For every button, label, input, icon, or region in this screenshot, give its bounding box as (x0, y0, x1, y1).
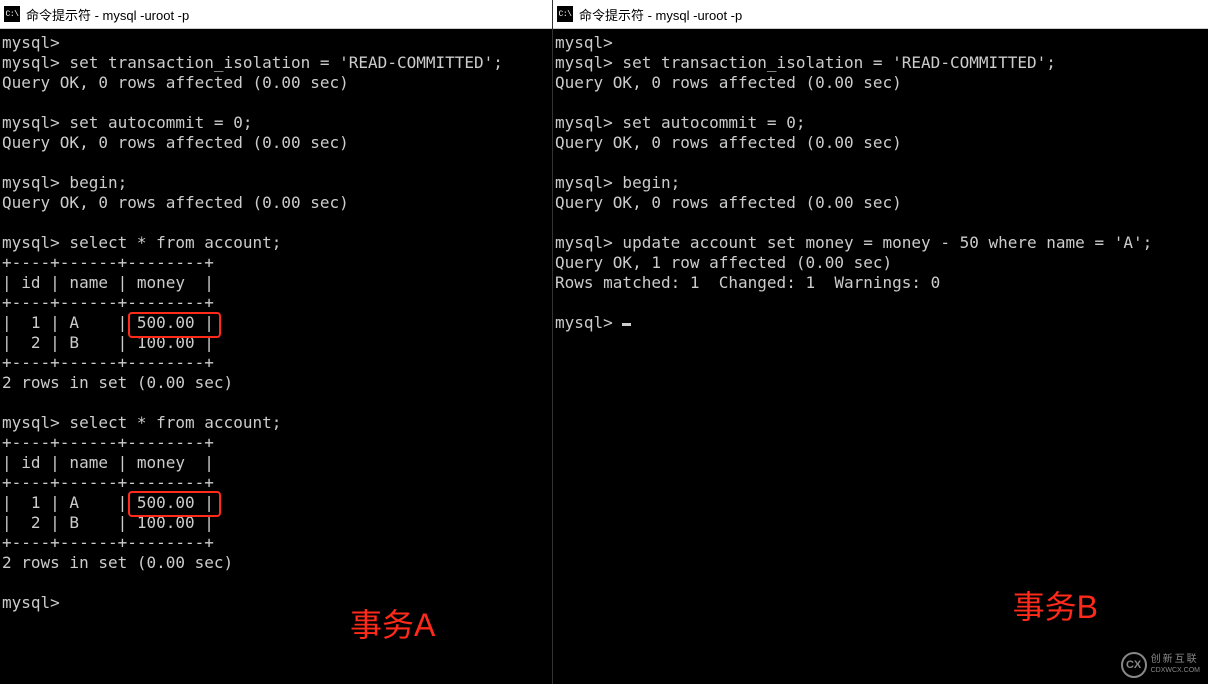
titlebar-left[interactable]: C:\ 命令提示符 - mysql -uroot -p (0, 0, 552, 29)
transaction-label-b: 事务B (1013, 582, 1098, 628)
cursor-icon (622, 323, 631, 326)
terminal-output-left[interactable]: mysql> mysql> set transaction_isolation … (0, 29, 552, 617)
titlebar-right[interactable]: C:\ 命令提示符 - mysql -uroot -p (553, 0, 1208, 29)
terminal-pane-right: C:\ 命令提示符 - mysql -uroot -p mysql> mysql… (553, 0, 1208, 684)
transaction-label-a: 事务A (350, 600, 435, 646)
terminal-output-right[interactable]: mysql> mysql> set transaction_isolation … (553, 29, 1208, 337)
window-title-left: 命令提示符 - mysql -uroot -p (26, 5, 189, 24)
cmd-icon: C:\ (557, 6, 573, 22)
window-title-right: 命令提示符 - mysql -uroot -p (579, 5, 742, 24)
cmd-icon: C:\ (4, 6, 20, 22)
terminal-pane-left: C:\ 命令提示符 - mysql -uroot -p mysql> mysql… (0, 0, 553, 684)
